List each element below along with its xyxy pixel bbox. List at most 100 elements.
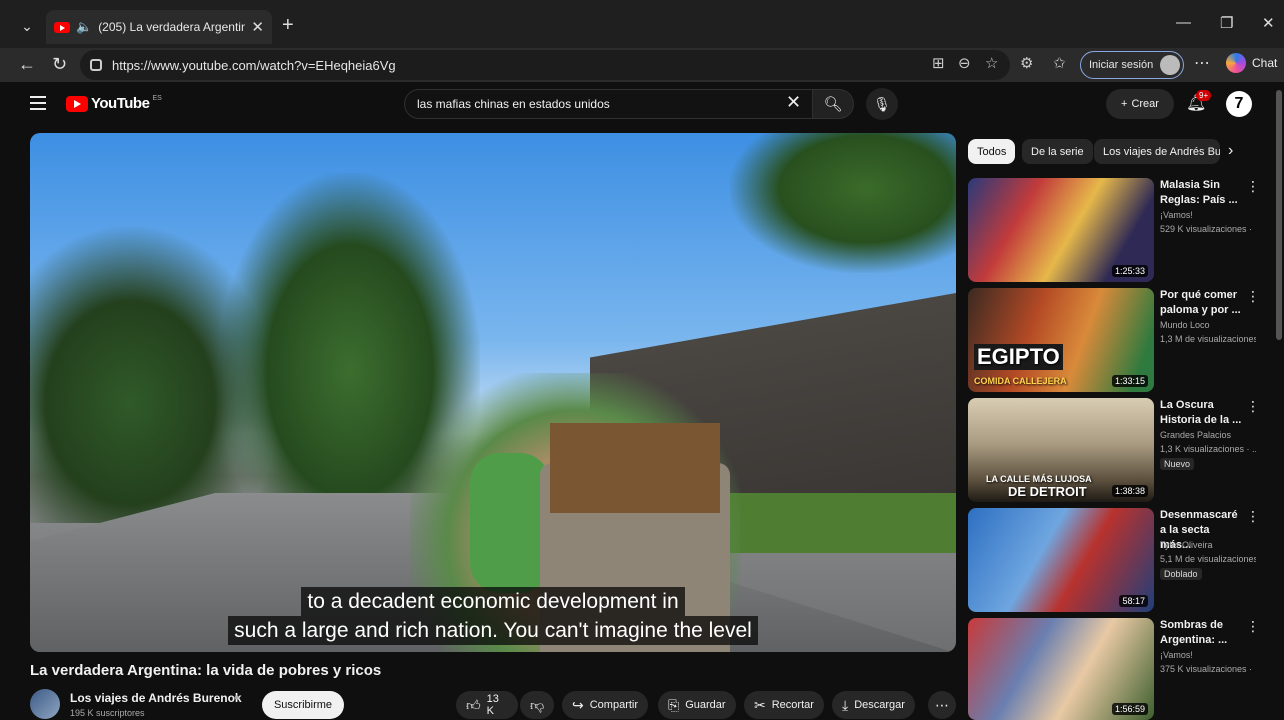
search-input[interactable]: las mafias chinas en estados unidos	[404, 89, 814, 119]
new-tab-button[interactable]: +	[282, 14, 294, 37]
recommendation-channel[interactable]: ¡Vamos!	[1160, 210, 1193, 220]
save-button[interactable]: ⎘ Guardar	[658, 691, 736, 719]
chevron-right-icon[interactable]: ›	[1228, 142, 1233, 160]
video-thumbnail[interactable]: 58:17	[968, 508, 1154, 612]
favorite-star-icon[interactable]: ☆	[985, 54, 998, 72]
recommendation-title[interactable]: La Oscura Historia de la ...	[1160, 398, 1242, 428]
video-player[interactable]: to a decadent economic development in su…	[30, 133, 956, 652]
create-button[interactable]: + Crear	[1106, 89, 1174, 119]
more-vert-icon[interactable]: ⋮	[1246, 288, 1260, 305]
plus-icon: +	[1121, 98, 1128, 110]
more-vert-icon[interactable]: ⋮	[1246, 618, 1260, 635]
subscribe-button[interactable]: Suscribirme	[262, 691, 344, 719]
recommendation-item[interactable]: 58:17 Desenmascaré a la secta más... Tyl…	[968, 508, 1264, 612]
close-tab-icon[interactable]: ✕	[251, 18, 264, 36]
close-window-button[interactable]: ✕	[1262, 14, 1275, 32]
search-button[interactable]: 🔍︎	[812, 89, 854, 119]
video-frame-trees-right	[730, 133, 956, 273]
download-icon: ⤓	[842, 696, 849, 713]
recommendation-views: 1,3 K visualizaciones · ...	[1160, 444, 1256, 454]
more-vert-icon[interactable]: ⋮	[1246, 178, 1260, 195]
clip-button[interactable]: ✂ Recortar	[744, 691, 824, 719]
speaker-icon[interactable]: 🔈	[76, 19, 92, 35]
recommendation-title[interactable]: Malasia Sin Reglas: País ...	[1160, 178, 1242, 208]
more-vert-icon[interactable]: ⋮	[1246, 508, 1260, 525]
account-avatar[interactable]: 7	[1226, 91, 1252, 117]
channel-name[interactable]: Los viajes de Andrés Burenok	[70, 691, 242, 705]
video-frame-green-bag	[470, 453, 550, 593]
app-install-icon[interactable]: ⊞	[932, 54, 945, 72]
reload-icon[interactable]: ↻	[52, 54, 67, 75]
logo-text: YouTube	[91, 95, 150, 112]
like-button[interactable]: 👍︎ 13 K	[456, 691, 518, 719]
logo-region: ES	[152, 95, 162, 102]
share-label: Compartir	[589, 699, 639, 711]
chip-de-la-serie[interactable]: De la serie	[1022, 139, 1093, 164]
youtube-play-icon	[66, 95, 88, 112]
signin-button[interactable]: Iniciar sesión	[1080, 51, 1184, 79]
captions: to a decadent economic development in su…	[30, 587, 956, 645]
recommendation-views: 1,3 M de visualizaciones	[1160, 334, 1256, 344]
recommendation-item[interactable]: 1:56:59 Sombras de Argentina: ... ¡Vamos…	[968, 618, 1264, 720]
more-vert-icon[interactable]: ⋮	[1246, 398, 1260, 415]
recommendation-title[interactable]: Por qué comer paloma y por ...	[1160, 288, 1242, 318]
favorites-icon[interactable]: ✩	[1053, 54, 1066, 72]
recommendation-item[interactable]: EGIPTO COMIDA CALLEJERA 1:33:15 Por qué …	[968, 288, 1264, 392]
save-label: Guardar	[685, 699, 726, 711]
search-icon: 🔍︎	[823, 96, 843, 113]
clip-label: Recortar	[771, 699, 814, 711]
chip-channel[interactable]: Los viajes de Andrés Bu	[1094, 139, 1220, 164]
voice-search-button[interactable]: 🎙︎	[866, 88, 898, 120]
video-thumbnail[interactable]: 1:25:33	[968, 178, 1154, 282]
notification-count-badge: 9+	[1196, 90, 1212, 101]
thumbnail-overlay-subtext: COMIDA CALLEJERA	[974, 376, 1067, 386]
video-thumbnail[interactable]: LA CALLE MÁS LUJOSA DE DETROIT 1:38:38	[968, 398, 1154, 502]
duration-badge: 58:17	[1119, 595, 1148, 607]
tab-list-dropdown[interactable]: ⌄	[14, 14, 40, 38]
download-button[interactable]: ⤓ Descargar	[832, 691, 915, 719]
channel-avatar[interactable]	[30, 689, 60, 719]
video-frame-boxes	[550, 423, 720, 513]
dislike-button[interactable]: 👎︎	[520, 691, 554, 719]
duration-badge: 1:56:59	[1111, 703, 1148, 715]
recommendation-title[interactable]: Sombras de Argentina: ...	[1160, 618, 1242, 648]
clear-search-icon[interactable]: ✕	[786, 92, 801, 113]
zoom-icon[interactable]: ⊖	[958, 54, 971, 72]
youtube-favicon-icon	[54, 21, 70, 33]
extensions-icon[interactable]: ⚙	[1020, 54, 1033, 72]
browser-tab-active[interactable]: 🔈 (205) La verdadera Argentina: la vida …	[46, 10, 272, 44]
more-actions-button[interactable]: ⋯	[928, 691, 956, 719]
address-bar[interactable]: https://www.youtube.com/watch?v=EHeqheia…	[80, 50, 1010, 80]
thumbnail-overlay-text: LA CALLE MÁS LUJOSA	[986, 474, 1092, 484]
youtube-logo[interactable]: YouTube ES	[66, 95, 162, 112]
back-icon[interactable]: ←	[18, 54, 36, 75]
tab-title: (205) La verdadera Argentina: la vida de…	[98, 20, 246, 34]
youtube-header: YouTube ES las mafias chinas en estados …	[0, 84, 1284, 128]
recommendation-item[interactable]: 1:25:33 Malasia Sin Reglas: País ... ¡Va…	[968, 178, 1264, 282]
thumbs-up-icon: 👍︎	[466, 696, 481, 713]
video-thumbnail[interactable]: EGIPTO COMIDA CALLEJERA 1:33:15	[968, 288, 1154, 392]
menu-hamburger-icon[interactable]	[30, 96, 46, 110]
recommendation-channel[interactable]: ¡Vamos!	[1160, 650, 1193, 660]
copilot-chat-button[interactable]: Chat	[1226, 53, 1277, 73]
page-scrollbar[interactable]	[1276, 90, 1282, 340]
recommendation-channel[interactable]: Grandes Palacios	[1160, 430, 1231, 440]
scissors-icon: ✂	[754, 696, 766, 713]
minimize-button[interactable]: —	[1176, 14, 1191, 31]
recommendation-item[interactable]: LA CALLE MÁS LUJOSA DE DETROIT 1:38:38 L…	[968, 398, 1264, 502]
tab-strip: ⌄ 🔈 (205) La verdadera Argentina: la vid…	[0, 0, 1284, 48]
caption-line-2: such a large and rich nation. You can't …	[228, 616, 758, 645]
dubbed-badge: Doblado	[1160, 568, 1202, 580]
video-thumbnail[interactable]: 1:56:59	[968, 618, 1154, 720]
recommendation-channel[interactable]: Tyler Oliveira	[1160, 540, 1213, 550]
browser-toolbar: ← ↻ https://www.youtube.com/watch?v=EHeq…	[0, 48, 1284, 82]
chip-todos[interactable]: Todos	[968, 139, 1016, 164]
share-button[interactable]: ↪ Compartir	[562, 691, 649, 719]
recommendation-views: 529 K visualizaciones ·	[1160, 224, 1253, 234]
address-url[interactable]: https://www.youtube.com/watch?v=EHeqheia…	[112, 58, 396, 73]
download-label: Descargar	[854, 699, 905, 711]
browser-menu-icon[interactable]: ⋯	[1194, 53, 1210, 73]
recommendation-channel[interactable]: Mundo Loco	[1160, 320, 1210, 330]
maximize-button[interactable]: ❐	[1220, 14, 1233, 32]
video-title: La verdadera Argentina: la vida de pobre…	[30, 662, 382, 679]
